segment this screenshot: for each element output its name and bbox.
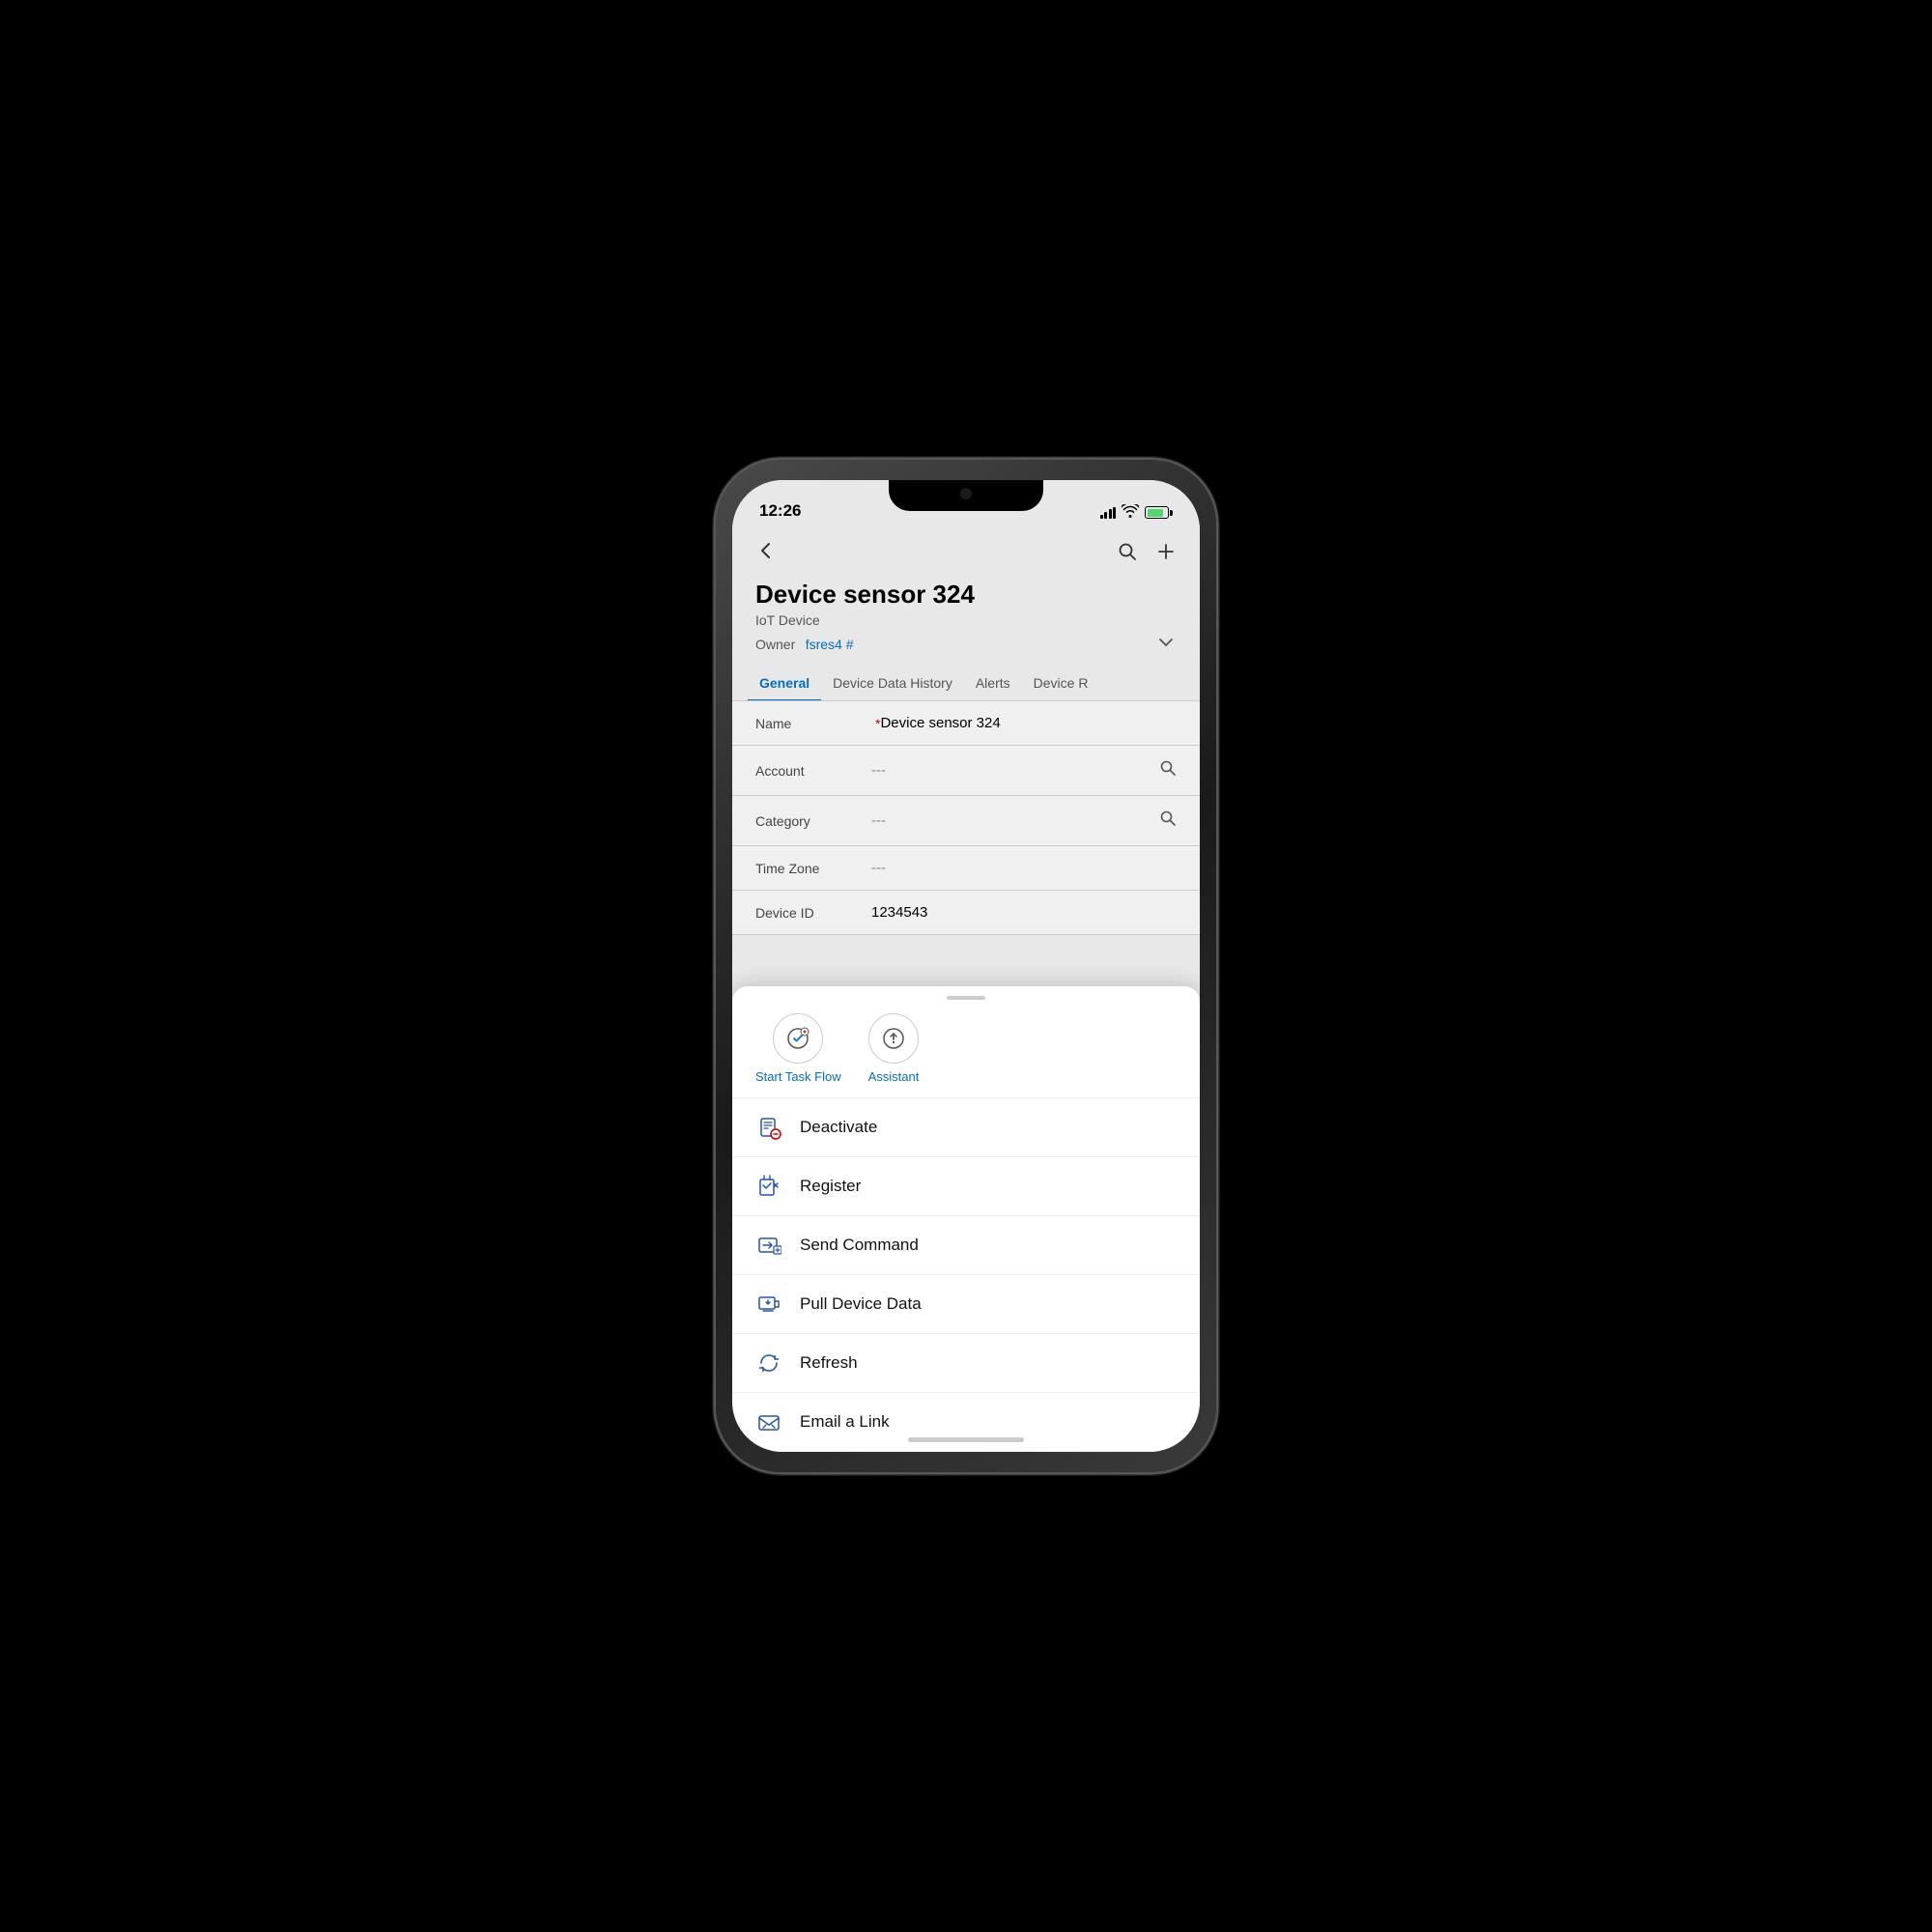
battery-icon [1145, 506, 1173, 519]
refresh-icon [755, 1350, 782, 1377]
category-search-icon[interactable] [1159, 810, 1177, 832]
field-label-device-id: Device ID [755, 905, 871, 921]
add-button[interactable] [1155, 541, 1177, 568]
register-label: Register [800, 1177, 861, 1196]
back-button[interactable] [755, 540, 777, 568]
nav-actions [1117, 541, 1177, 568]
pull-device-data-label: Pull Device Data [800, 1294, 922, 1314]
deactivate-label: Deactivate [800, 1118, 877, 1137]
quick-actions: Start Task Flow Assi [732, 1006, 1200, 1098]
camera [960, 488, 972, 499]
field-label-account: Account [755, 763, 871, 779]
send-command-label: Send Command [800, 1236, 919, 1255]
field-value-name: Device sensor 324 [880, 715, 1177, 731]
handle-bar [947, 996, 985, 1000]
signal-icon [1100, 507, 1117, 519]
owner-label: Owner [755, 637, 795, 652]
sheet-handle [732, 986, 1200, 1006]
menu-item-register[interactable]: Register [732, 1157, 1200, 1216]
tab-general[interactable]: General [748, 666, 821, 700]
phone-frame: 12:26 [715, 459, 1217, 1473]
menu-item-refresh[interactable]: Refresh [732, 1334, 1200, 1393]
account-search-icon[interactable] [1159, 759, 1177, 781]
email-link-icon [755, 1408, 782, 1435]
wifi-icon [1122, 504, 1139, 521]
device-owner-row: Owner fsres4 # [755, 632, 1177, 666]
fields-container: Name * Device sensor 324 Account --- [732, 701, 1200, 935]
start-task-flow-label: Start Task Flow [755, 1069, 841, 1084]
menu-item-pull-device-data[interactable]: Pull Device Data [732, 1275, 1200, 1334]
tab-device-data-history[interactable]: Device Data History [821, 666, 964, 700]
device-type: IoT Device [755, 612, 1177, 628]
bottom-sheet: Start Task Flow Assi [732, 986, 1200, 1452]
field-timezone: Time Zone --- [732, 846, 1200, 891]
app-content: Device sensor 324 IoT Device Owner fsres… [732, 528, 1200, 1452]
tab-alerts[interactable]: Alerts [964, 666, 1022, 700]
field-label-timezone: Time Zone [755, 861, 871, 876]
quick-action-assistant[interactable]: Assistant [868, 1013, 920, 1084]
menu-item-email-link[interactable]: Email a Link [732, 1393, 1200, 1452]
field-account: Account --- [732, 746, 1200, 796]
notch [889, 480, 1043, 511]
field-value-account: --- [871, 762, 1151, 779]
assistant-label: Assistant [868, 1069, 920, 1084]
quick-action-start-task-flow[interactable]: Start Task Flow [755, 1013, 841, 1084]
field-name: Name * Device sensor 324 [732, 701, 1200, 746]
owner-info: Owner fsres4 # [755, 637, 854, 654]
search-button[interactable] [1117, 541, 1138, 568]
top-nav [732, 528, 1200, 576]
field-value-timezone: --- [871, 860, 1177, 876]
device-title: Device sensor 324 [755, 580, 1177, 610]
send-command-icon [755, 1232, 782, 1259]
device-header: Device sensor 324 IoT Device Owner fsres… [732, 576, 1200, 666]
tabs-row: General Device Data History Alerts Devic… [732, 666, 1200, 701]
status-icons [1100, 504, 1174, 521]
field-value-device-id: 1234543 [871, 904, 1177, 921]
refresh-label: Refresh [800, 1353, 858, 1373]
email-link-label: Email a Link [800, 1412, 890, 1432]
field-label-category: Category [755, 813, 871, 829]
chevron-down-icon[interactable] [1155, 632, 1177, 658]
tab-device-r[interactable]: Device R [1022, 666, 1100, 700]
task-flow-icon [773, 1013, 823, 1064]
field-label-name: Name [755, 716, 871, 731]
assistant-icon [868, 1013, 919, 1064]
field-category: Category --- [732, 796, 1200, 846]
menu-item-send-command[interactable]: Send Command [732, 1216, 1200, 1275]
field-value-category: --- [871, 812, 1151, 829]
phone-wrapper: 12:26 [715, 459, 1217, 1473]
register-icon [755, 1173, 782, 1200]
home-indicator [908, 1437, 1024, 1442]
field-device-id: Device ID 1234543 [732, 891, 1200, 935]
pull-device-data-icon [755, 1291, 782, 1318]
deactivate-icon [755, 1114, 782, 1141]
phone-screen: 12:26 [732, 480, 1200, 1452]
owner-link[interactable]: fsres4 # [806, 637, 854, 652]
menu-item-deactivate[interactable]: Deactivate [732, 1098, 1200, 1157]
